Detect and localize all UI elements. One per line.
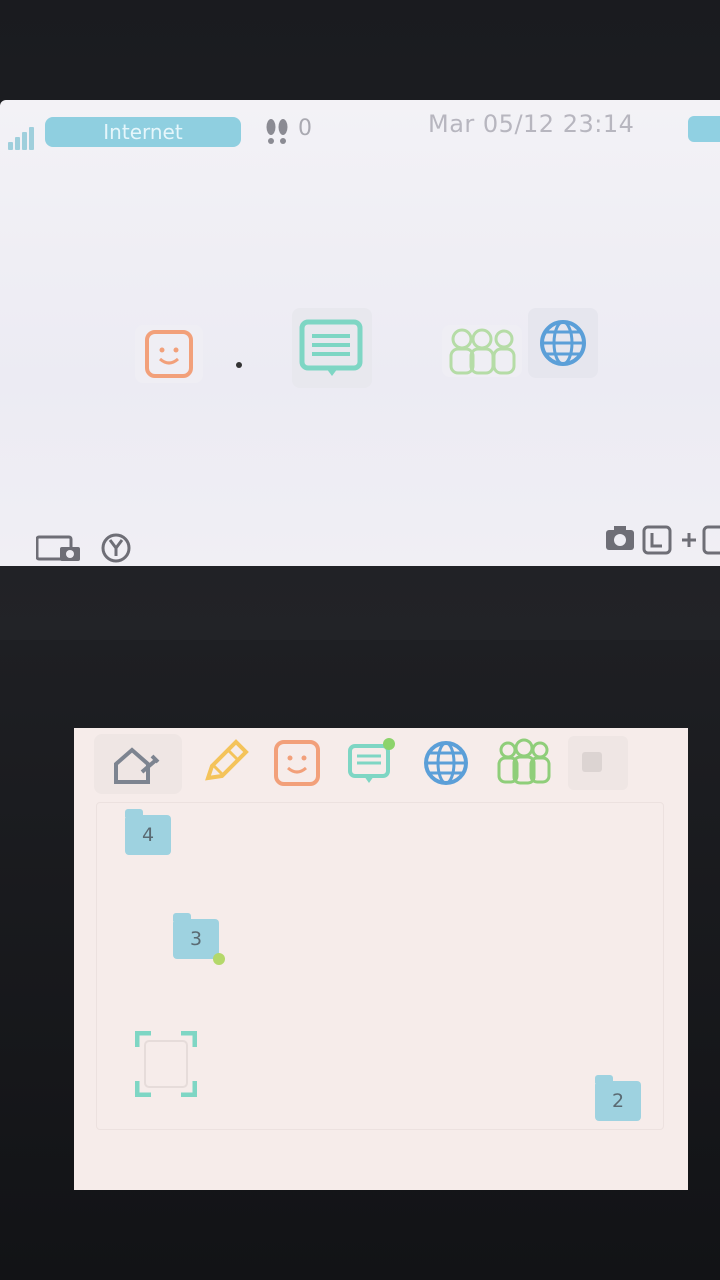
steps-icon [266,119,288,144]
new-badge [213,953,225,965]
top-screen: Internet 0 Mar 05/12 23:14 [0,100,720,566]
home-grid: 4 3 2 [96,802,664,1130]
folder-number: 2 [611,1090,625,1112]
square-icon [582,752,602,772]
pencil-icon[interactable] [198,736,252,790]
step-count: 0 [298,116,312,141]
folder-4[interactable]: 4 [125,809,171,855]
folder-number: 3 [189,928,203,950]
screenshot-shortcut [606,525,720,555]
mii-face-icon[interactable] [135,325,203,383]
app-bar [74,728,688,798]
message-icon[interactable] [292,308,372,388]
internet-status: Internet [45,117,241,147]
battery-icon [688,116,720,142]
dust-speck [236,362,242,368]
plus-icon [682,533,696,547]
folder-2[interactable]: 2 [595,1075,641,1121]
folder-3[interactable]: 3 [173,913,225,965]
globe-icon[interactable] [528,308,598,378]
app-slot-empty[interactable] [568,736,628,790]
notification-icon[interactable] [344,736,398,790]
l-button-icon [642,525,672,555]
friends-icon[interactable] [494,736,554,790]
friends-icon[interactable] [442,325,522,377]
r-button-icon [702,525,720,555]
settings-home-icon [114,747,160,784]
selection-cursor [135,1031,197,1097]
folder-number: 4 [141,824,155,846]
globe-icon[interactable] [419,736,473,790]
bottom-screen: 4 3 2 [74,728,688,1190]
y-button-icon [101,533,131,563]
date-time: Mar 05/12 23:14 [428,110,635,138]
mii-face-icon[interactable] [270,736,324,790]
signal-icon [8,126,40,150]
settings-home-tab[interactable] [94,734,182,794]
status-bar: Internet 0 Mar 05/12 23:14 [0,100,720,152]
